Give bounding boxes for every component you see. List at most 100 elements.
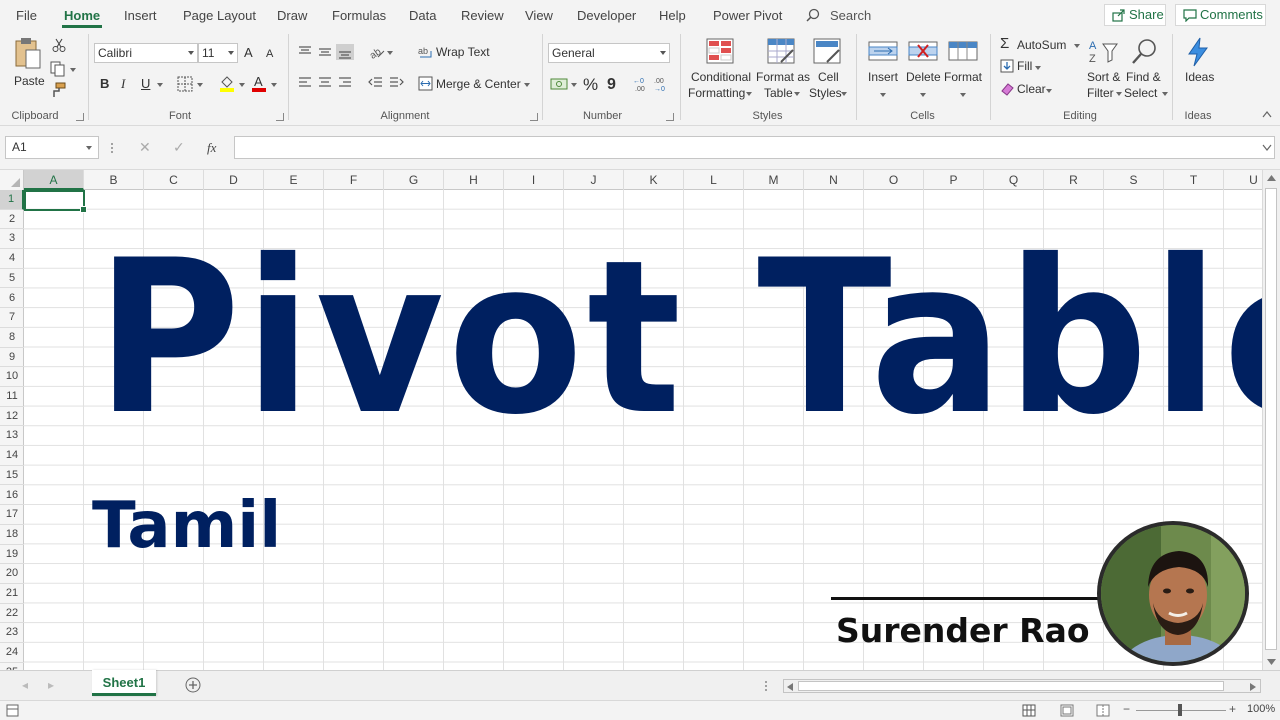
italic-button[interactable]: I: [121, 76, 125, 91]
sheet-tab-sheet1[interactable]: Sheet1: [92, 670, 156, 696]
column-header-d[interactable]: D: [204, 170, 264, 190]
number-dialog-launcher[interactable]: [666, 113, 674, 121]
column-header-r[interactable]: R: [1044, 170, 1104, 190]
column-header-n[interactable]: N: [804, 170, 864, 190]
tab-formulas[interactable]: Formulas: [332, 0, 386, 30]
row-header-20[interactable]: 20: [0, 564, 24, 584]
column-header-q[interactable]: Q: [984, 170, 1044, 190]
scroll-down-icon[interactable]: [1267, 659, 1276, 665]
tab-insert[interactable]: Insert: [124, 0, 157, 30]
scroll-right-icon[interactable]: [1250, 683, 1256, 691]
accounting-dropdown-arrow[interactable]: [571, 83, 577, 87]
row-header-10[interactable]: 10: [0, 367, 24, 387]
wrap-text-button[interactable]: ab Wrap Text: [418, 43, 508, 63]
copy-icon[interactable]: [50, 61, 68, 77]
indent-icons[interactable]: [368, 76, 404, 90]
row-header-25[interactable]: 25: [0, 663, 24, 670]
paste-button[interactable]: Paste: [8, 34, 48, 96]
column-header-i[interactable]: I: [504, 170, 564, 190]
macro-record-icon[interactable]: [6, 704, 20, 717]
tab-view[interactable]: View: [525, 0, 553, 30]
column-header-g[interactable]: G: [384, 170, 444, 190]
fill-color-icon[interactable]: [218, 74, 236, 92]
column-header-s[interactable]: S: [1104, 170, 1164, 190]
column-header-c[interactable]: C: [144, 170, 204, 190]
font-color-icon[interactable]: A: [250, 74, 268, 92]
prev-sheet-icon[interactable]: ◂: [22, 678, 28, 693]
row-header-4[interactable]: 4: [0, 249, 24, 269]
tab-power-pivot[interactable]: Power Pivot: [713, 0, 782, 30]
shrink-font-button[interactable]: A: [266, 47, 273, 62]
row-header-1[interactable]: 1: [0, 190, 24, 210]
zoom-out-button[interactable]: −: [1123, 702, 1130, 717]
row-header-15[interactable]: 15: [0, 466, 24, 486]
decimal-buttons-icon[interactable]: ←0.00 .00→0: [632, 76, 672, 92]
column-header-b[interactable]: B: [84, 170, 144, 190]
tab-home[interactable]: Home: [61, 0, 103, 30]
underline-dropdown-arrow[interactable]: [157, 83, 163, 87]
tab-draw[interactable]: Draw: [277, 0, 307, 30]
alignment-dialog-launcher[interactable]: [530, 113, 538, 121]
column-header-t[interactable]: T: [1164, 170, 1224, 190]
clear-button[interactable]: Clear: [1000, 81, 1056, 99]
tab-developer[interactable]: Developer: [577, 0, 636, 30]
row-header-14[interactable]: 14: [0, 446, 24, 466]
column-header-a[interactable]: A: [24, 170, 84, 190]
comma-style-button[interactable]: 9: [607, 75, 616, 94]
merge-center-button[interactable]: Merge & Center: [418, 75, 536, 95]
borders-dropdown-arrow[interactable]: [197, 83, 203, 87]
format-as-table-button[interactable]: Format as Table: [755, 36, 810, 106]
row-header-6[interactable]: 6: [0, 289, 24, 309]
tab-data[interactable]: Data: [409, 0, 436, 30]
vertical-align-icons[interactable]: [298, 44, 358, 60]
font-color-dropdown-arrow[interactable]: [271, 83, 277, 87]
sort-filter-button[interactable]: AZ Sort & Filter: [1084, 36, 1124, 106]
column-header-f[interactable]: F: [324, 170, 384, 190]
column-header-m[interactable]: M: [744, 170, 804, 190]
cancel-entry-button[interactable]: ✕: [139, 140, 151, 155]
borders-icon[interactable]: [177, 76, 193, 92]
horizontal-scrollbar[interactable]: [783, 679, 1261, 693]
fill-button[interactable]: Fill: [1000, 58, 1050, 76]
orientation-dropdown-arrow[interactable]: [387, 51, 393, 55]
font-dialog-launcher[interactable]: [276, 113, 284, 121]
find-select-button[interactable]: Find & Select: [1124, 36, 1168, 106]
scroll-left-icon[interactable]: [787, 683, 793, 691]
row-header-22[interactable]: 22: [0, 604, 24, 624]
search-icon[interactable]: [806, 8, 820, 22]
tab-file[interactable]: File: [16, 0, 37, 30]
column-header-p[interactable]: P: [924, 170, 984, 190]
row-header-9[interactable]: 9: [0, 348, 24, 368]
tab-review[interactable]: Review: [461, 0, 504, 30]
vertical-scroll-thumb[interactable]: [1265, 188, 1277, 650]
bold-button[interactable]: B: [100, 76, 109, 91]
enter-entry-button[interactable]: ✓: [173, 140, 185, 155]
page-break-view-icon[interactable]: [1096, 704, 1110, 717]
tab-help[interactable]: Help: [659, 0, 686, 30]
autosum-button[interactable]: Σ AutoSum: [1000, 36, 1084, 54]
insert-cells-button[interactable]: Insert: [864, 36, 902, 106]
comments-button[interactable]: Comments: [1175, 4, 1266, 26]
conditional-formatting-button[interactable]: Conditional Formatting: [688, 36, 752, 106]
font-name-select[interactable]: Calibri: [94, 43, 198, 63]
horizontal-scroll-thumb[interactable]: [798, 681, 1224, 691]
page-layout-view-icon[interactable]: [1060, 704, 1074, 717]
select-all-button[interactable]: [0, 170, 24, 190]
row-header-13[interactable]: 13: [0, 426, 24, 447]
column-header-k[interactable]: K: [624, 170, 684, 190]
search-label[interactable]: Search: [830, 0, 871, 30]
delete-cells-button[interactable]: Delete: [904, 36, 942, 106]
percent-style-button[interactable]: %: [583, 75, 598, 94]
row-header-24[interactable]: 24: [0, 643, 24, 663]
column-header-e[interactable]: E: [264, 170, 324, 190]
accounting-format-icon[interactable]: [550, 76, 568, 92]
grow-font-button[interactable]: A: [244, 45, 253, 60]
number-format-select[interactable]: General: [548, 43, 670, 63]
row-header-8[interactable]: 8: [0, 328, 24, 348]
collapse-ribbon-icon[interactable]: [1262, 110, 1272, 118]
row-header-18[interactable]: 18: [0, 525, 24, 545]
underline-button[interactable]: U: [141, 76, 150, 91]
cut-icon[interactable]: [52, 38, 66, 52]
fill-color-dropdown-arrow[interactable]: [239, 83, 245, 87]
column-header-j[interactable]: J: [564, 170, 624, 190]
